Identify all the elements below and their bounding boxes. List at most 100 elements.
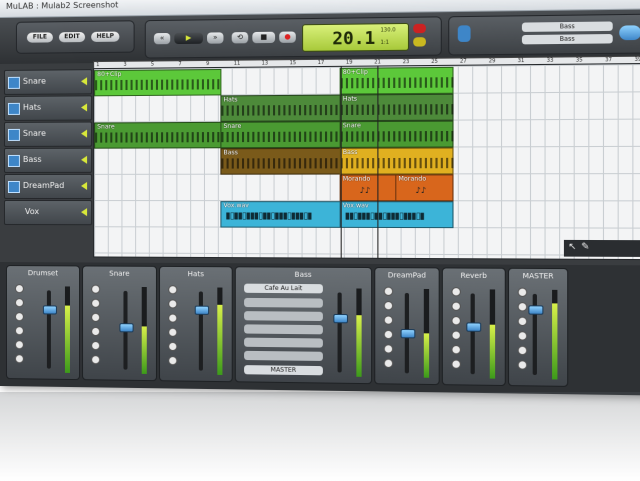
- send-button[interactable]: [91, 285, 100, 294]
- file-menu-button[interactable]: FILE: [27, 32, 53, 42]
- track-header-snare[interactable]: Snare: [4, 69, 92, 95]
- fader-handle[interactable]: [119, 323, 133, 332]
- pencil-tool-icon[interactable]: ✎: [581, 242, 589, 252]
- play-button[interactable]: ▶: [174, 33, 203, 44]
- clip[interactable]: Bass: [340, 148, 454, 175]
- record-button[interactable]: ●: [279, 31, 296, 42]
- pointer-tool-icon[interactable]: ↖: [568, 242, 576, 252]
- clip[interactable]: 80+Clip: [94, 69, 221, 96]
- clip[interactable]: Bass: [220, 148, 340, 175]
- selected-part-field[interactable]: Bass: [522, 34, 613, 44]
- send-button[interactable]: [168, 314, 177, 323]
- send-button[interactable]: [15, 298, 24, 307]
- send-button[interactable]: [168, 299, 177, 308]
- send-button[interactable]: [384, 344, 393, 353]
- edit-menu-button[interactable]: EDIT: [59, 32, 85, 42]
- send-button[interactable]: [15, 340, 24, 349]
- fader-handle[interactable]: [333, 314, 348, 323]
- speaker-icon[interactable]: [81, 208, 87, 216]
- send-button[interactable]: [168, 356, 177, 365]
- effect-slot[interactable]: [244, 338, 323, 348]
- sync-icon[interactable]: [413, 37, 426, 46]
- effect-slot[interactable]: [244, 311, 323, 321]
- loop-button[interactable]: ⟲: [232, 32, 248, 43]
- stop-button[interactable]: ■: [252, 32, 275, 43]
- clip[interactable]: Snare: [94, 122, 221, 149]
- send-button[interactable]: [518, 288, 528, 297]
- speaker-icon[interactable]: [81, 103, 87, 111]
- send-button[interactable]: [91, 313, 100, 322]
- send-button[interactable]: [518, 346, 528, 355]
- track-header-dreampad[interactable]: DreamPad: [4, 174, 92, 199]
- help-menu-button[interactable]: HELP: [91, 32, 119, 42]
- volume-fader[interactable]: [338, 292, 342, 372]
- send-button[interactable]: [518, 317, 528, 326]
- level-meter: [356, 288, 361, 376]
- send-button[interactable]: [91, 341, 100, 350]
- clip[interactable]: Vox.wav ▮▮▯▮▮▮▯▮▮▯▮▮▮▯▮▮▮▯▮: [340, 201, 454, 228]
- speaker-icon[interactable]: [81, 156, 87, 164]
- metronome-icon[interactable]: [413, 24, 426, 33]
- clip[interactable]: 80+Clip: [340, 67, 454, 95]
- loop-start-marker[interactable]: [341, 66, 342, 259]
- send-button[interactable]: [168, 342, 177, 351]
- send-button[interactable]: [384, 359, 393, 368]
- clip[interactable]: Morando ♪♪: [340, 174, 397, 201]
- output-routing-field[interactable]: MASTER: [244, 365, 323, 375]
- effect-slot[interactable]: [244, 351, 323, 361]
- fader-handle[interactable]: [195, 306, 209, 315]
- track-header-vox[interactable]: Vox: [4, 200, 92, 225]
- volume-fader[interactable]: [471, 293, 475, 374]
- clip[interactable]: Snare: [220, 121, 340, 148]
- send-button[interactable]: [15, 354, 24, 363]
- send-button[interactable]: [15, 326, 24, 335]
- speaker-icon[interactable]: [81, 182, 87, 190]
- send-button[interactable]: [384, 301, 393, 310]
- send-button[interactable]: [451, 302, 461, 311]
- clip[interactable]: Hats: [340, 94, 454, 121]
- send-button[interactable]: [451, 316, 461, 325]
- speaker-icon[interactable]: [81, 130, 87, 138]
- send-button[interactable]: [91, 299, 100, 308]
- send-button[interactable]: [168, 285, 177, 294]
- send-button[interactable]: [384, 315, 393, 324]
- send-button[interactable]: [518, 302, 528, 311]
- arrangement-grid[interactable]: 80+Clip 80+Clip Hats Hats Snare Snare Sn…: [93, 63, 640, 260]
- send-button[interactable]: [451, 287, 461, 296]
- track-header-bass[interactable]: Bass: [4, 148, 92, 173]
- volume-fader[interactable]: [47, 290, 51, 368]
- send-button[interactable]: [15, 284, 24, 293]
- clip[interactable]: Vox.wav ▮▯▮▮▯▮▮▮▯▮▮▯▮▮▮▯▮▮▮▯▮: [220, 201, 340, 228]
- rewind-button[interactable]: «: [154, 33, 170, 44]
- send-button[interactable]: [451, 359, 461, 368]
- clip[interactable]: Morando ♪♪: [395, 174, 453, 201]
- fader-handle[interactable]: [466, 322, 481, 331]
- send-button[interactable]: [384, 330, 393, 339]
- effect-slot[interactable]: [244, 324, 323, 334]
- send-button[interactable]: [91, 327, 100, 336]
- send-button[interactable]: [168, 328, 177, 337]
- fader-handle[interactable]: [43, 306, 57, 315]
- link-icon[interactable]: [619, 25, 640, 40]
- fader-handle[interactable]: [528, 305, 543, 314]
- clip[interactable]: Hats: [220, 95, 340, 122]
- send-button[interactable]: [451, 345, 461, 354]
- send-button[interactable]: [518, 331, 528, 340]
- effect-preset-field[interactable]: Cafe Au Lait: [244, 284, 323, 294]
- track-header-snare-2[interactable]: Snare: [4, 122, 92, 147]
- instrument-icon: [8, 129, 20, 141]
- volume-fader[interactable]: [199, 291, 203, 370]
- clip[interactable]: Snare: [340, 121, 454, 148]
- fast-forward-button[interactable]: »: [207, 32, 223, 43]
- send-button[interactable]: [518, 360, 528, 369]
- speaker-icon[interactable]: [81, 77, 87, 85]
- playhead[interactable]: [377, 65, 378, 258]
- effect-slot[interactable]: [244, 298, 323, 308]
- send-button[interactable]: [451, 331, 461, 340]
- send-button[interactable]: [384, 287, 393, 296]
- track-header-hats[interactable]: Hats: [4, 95, 92, 121]
- send-button[interactable]: [91, 355, 100, 364]
- send-button[interactable]: [15, 312, 24, 321]
- fader-handle[interactable]: [401, 329, 416, 338]
- selected-track-field[interactable]: Bass: [522, 21, 613, 31]
